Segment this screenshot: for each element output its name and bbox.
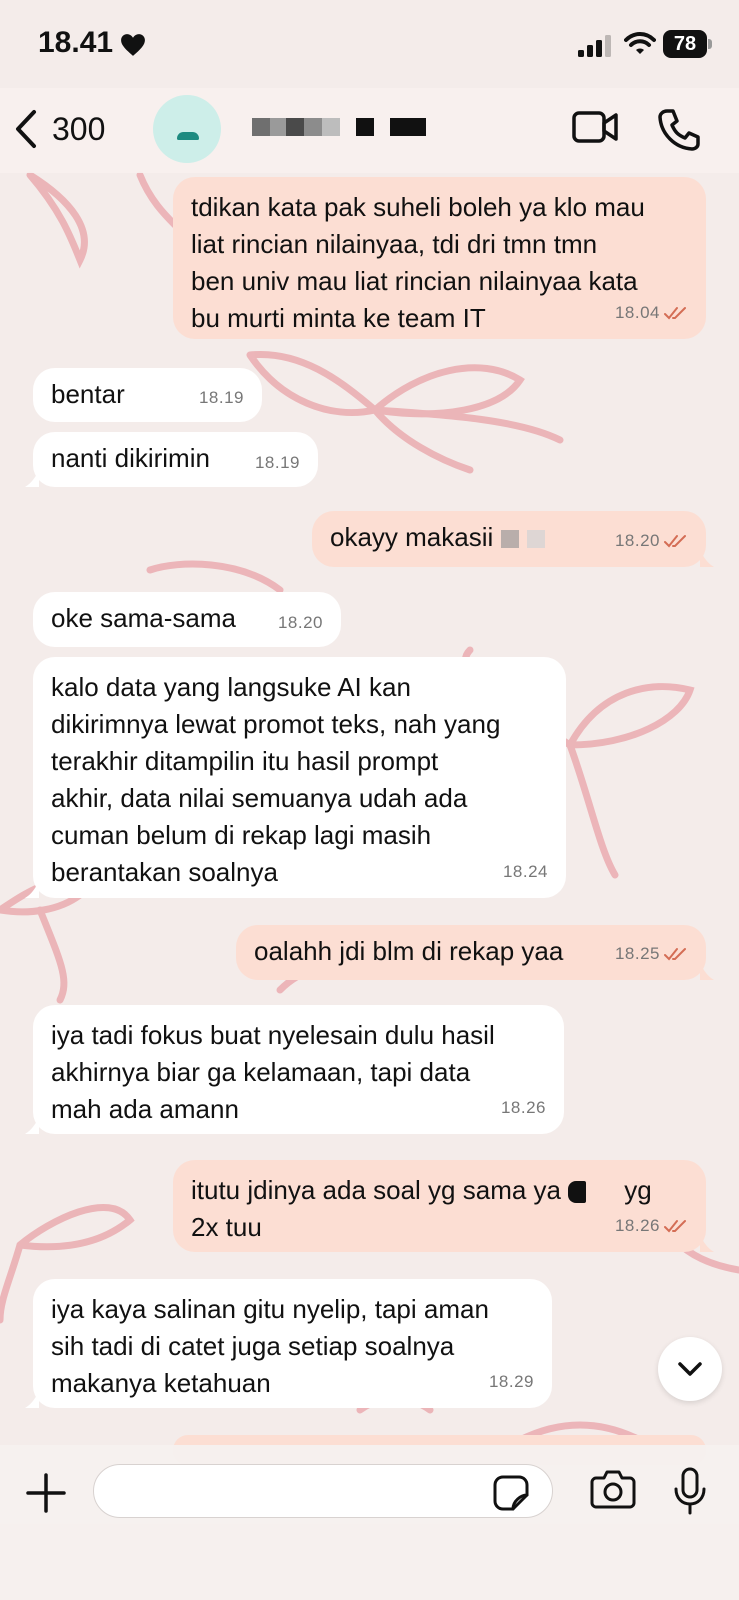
- message-meta: 18.24: [503, 853, 548, 890]
- message-time: 18.20: [614, 531, 660, 550]
- message-time: 18.19: [254, 453, 300, 472]
- message-time: 18.24: [502, 862, 548, 881]
- message-time: 18.25: [614, 944, 660, 963]
- message-meta: 18.20: [615, 522, 688, 559]
- message-text: iya kaya salinan gitu nyelip, tapi aman …: [51, 1294, 489, 1398]
- redacted-text: [586, 1181, 624, 1203]
- message-meta: 18.29: [489, 1363, 534, 1400]
- microphone-icon[interactable]: [673, 1467, 707, 1515]
- back-button[interactable]: 300: [14, 106, 105, 152]
- message-meta: 18.20: [278, 604, 323, 641]
- message-time: 18.04: [614, 303, 660, 322]
- message-text: tdikan kata pak suheli boleh ya klo mau …: [191, 192, 645, 333]
- message-meta: 18.04: [615, 294, 688, 331]
- double-check-icon: [664, 534, 686, 547]
- message-bubble-incoming[interactable]: oke sama-sama 18.20: [33, 592, 341, 647]
- message-time: 18.19: [198, 388, 244, 407]
- message-time: 18.26: [614, 1216, 660, 1235]
- chat-header: 300: [0, 88, 739, 173]
- phone-icon[interactable]: [657, 108, 701, 152]
- double-check-icon: [664, 1219, 686, 1232]
- scroll-to-bottom-button[interactable]: [658, 1337, 722, 1401]
- video-camera-icon[interactable]: [572, 110, 618, 144]
- chevron-left-icon: [16, 110, 36, 148]
- message-time: 18.29: [488, 1372, 534, 1391]
- wifi-icon: [624, 32, 656, 54]
- chevron-down-icon: [678, 1362, 702, 1376]
- contact-name-redacted[interactable]: [252, 118, 426, 136]
- camera-icon[interactable]: [590, 1469, 636, 1509]
- redacted-emoji: [500, 530, 519, 549]
- sticker-icon[interactable]: [493, 1475, 529, 1511]
- message-bubble-incoming[interactable]: iya tadi fokus buat nyelesain dulu hasil…: [25, 1005, 564, 1134]
- message-bubble-outgoing[interactable]: oalahh jdi blm di rekap yaa 18.25: [236, 925, 714, 980]
- message-meta: 18.26: [615, 1207, 688, 1244]
- message-bubble-incoming[interactable]: bentar 18.19: [33, 368, 262, 422]
- composer-bar: [0, 1445, 739, 1600]
- message-bubble-outgoing[interactable]: okayy makasii 18.20: [312, 511, 714, 567]
- message-bubble-outgoing[interactable]: tdikan kata pak suheli boleh ya klo mau …: [173, 177, 706, 339]
- message-bubble-outgoing[interactable]: itutu jdinya ada soal yg sama ya yg 2x t…: [173, 1160, 714, 1252]
- signal-icon: [578, 35, 611, 57]
- status-time: 18.41: [38, 26, 114, 59]
- message-text: iya tadi fokus buat nyelesain dulu hasil…: [51, 1020, 495, 1124]
- avatar[interactable]: [153, 95, 221, 163]
- redacted-emoji: [526, 530, 545, 549]
- message-text: kalo data yang langsuke AI kan dikirimny…: [51, 672, 501, 887]
- unread-count: 300: [52, 110, 106, 147]
- message-text: itutu jdinya ada soal yg sama ya yg 2x t…: [191, 1175, 652, 1242]
- message-meta: 18.25: [615, 935, 688, 972]
- double-check-icon: [664, 947, 686, 960]
- message-time: 18.20: [277, 613, 323, 632]
- message-bubble-incoming[interactable]: kalo data yang langsuke AI kan dikirimny…: [25, 657, 566, 898]
- message-time: 18.26: [500, 1098, 546, 1117]
- double-check-icon: [664, 306, 686, 319]
- message-meta: 18.19: [199, 379, 244, 416]
- plus-icon[interactable]: [26, 1473, 66, 1513]
- redacted-text: [568, 1181, 587, 1204]
- message-meta: 18.19: [255, 444, 300, 481]
- battery-icon: 78: [663, 30, 713, 58]
- status-bar: 18.41 78: [0, 0, 739, 95]
- message-input[interactable]: [93, 1464, 553, 1518]
- message-meta: 18.26: [501, 1089, 546, 1126]
- message-bubble-incoming[interactable]: iya kaya salinan gitu nyelip, tapi aman …: [25, 1279, 552, 1408]
- message-bubble-incoming[interactable]: nanti dikirimin 18.19: [25, 432, 318, 487]
- battery-level: 78: [673, 33, 697, 55]
- heart-icon: [121, 34, 145, 56]
